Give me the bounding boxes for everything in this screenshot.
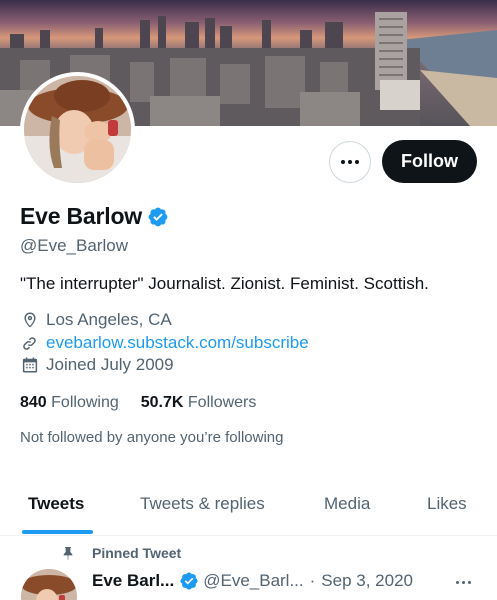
verified-badge-icon: [180, 572, 198, 590]
tweet-date[interactable]: Sep 3, 2020: [321, 571, 413, 591]
follow-button[interactable]: Follow: [382, 140, 477, 183]
pinned-tweet-label: Pinned Tweet: [92, 545, 182, 561]
display-name: Eve Barlow: [20, 203, 142, 229]
website-link[interactable]: evebarlow.substack.com/subscribe: [46, 333, 309, 353]
more-options-button[interactable]: [329, 141, 371, 183]
tweet-more-options-icon[interactable]: [456, 581, 471, 584]
not-followed-notice: Not followed by anyone you’re following: [20, 429, 284, 446]
profile-joined: Joined July 2009: [20, 355, 174, 375]
tab-tweets-and-replies[interactable]: Tweets & replies: [140, 494, 265, 514]
link-icon: [20, 333, 40, 353]
profile-handle: @Eve_Barlow: [20, 236, 128, 255]
joined-text: Joined July 2009: [46, 355, 174, 374]
profile-name-row: Eve Barlow: [20, 203, 169, 230]
tab-tweets[interactable]: Tweets: [28, 494, 84, 514]
profile-tabs: Tweets Tweets & replies Media Likes: [0, 478, 497, 536]
profile-location: Los Angeles, CA: [20, 310, 172, 330]
followers-label: Followers: [187, 394, 257, 411]
tweet-header: Eve Barl... @Eve_Barl... · Sep 3, 2020: [92, 571, 413, 591]
tweet-author-name[interactable]: Eve Barl...: [92, 571, 174, 591]
avatar-photo: [24, 76, 131, 183]
following-label: Following: [51, 394, 119, 411]
location-text: Los Angeles, CA: [46, 310, 172, 329]
followers-stat[interactable]: 50.7K Followers: [141, 394, 257, 412]
verified-badge-icon[interactable]: [147, 206, 169, 228]
calendar-icon: [20, 355, 40, 375]
profile-avatar[interactable]: [20, 72, 135, 187]
pin-icon: [63, 547, 73, 560]
following-stat[interactable]: 840 Following: [20, 394, 119, 412]
tweet-author-handle[interactable]: @Eve_Barl...: [203, 571, 303, 591]
tweet-avatar[interactable]: [21, 569, 77, 600]
active-tab-indicator: [22, 530, 93, 534]
location-pin-icon: [20, 310, 40, 330]
tweet-avatar-photo: [21, 569, 77, 600]
tab-media[interactable]: Media: [324, 494, 370, 514]
tweet-separator: ·: [309, 571, 316, 590]
following-count: 840: [20, 394, 47, 411]
tab-likes[interactable]: Likes: [427, 494, 467, 514]
profile-website: evebarlow.substack.com/subscribe: [20, 333, 309, 353]
pinned-tweet-label-row: Pinned Tweet: [60, 545, 181, 561]
followers-count: 50.7K: [140, 394, 184, 411]
follow-stats: 840 Following 50.7K Followers: [20, 394, 256, 412]
profile-bio: "The interrupter" Journalist. Zionist. F…: [20, 274, 429, 293]
more-horizontal-icon: [341, 160, 359, 164]
